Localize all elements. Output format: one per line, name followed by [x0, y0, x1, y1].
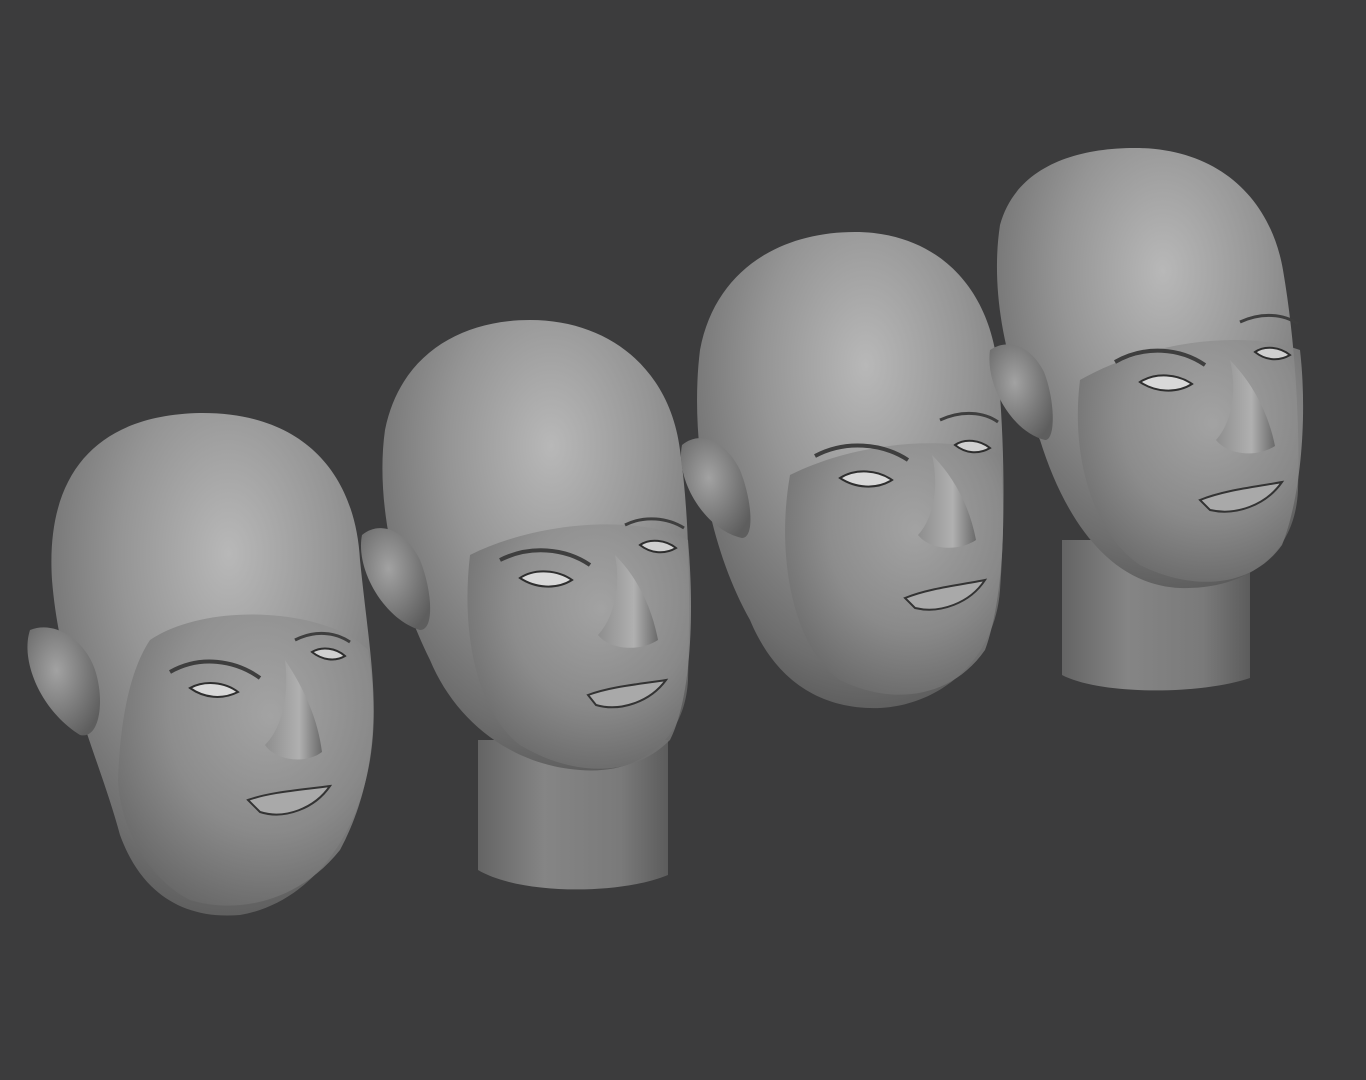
viewport-3d[interactable] [0, 0, 1366, 1080]
sculpt-scene [0, 0, 1366, 1080]
face-plane [785, 443, 1004, 695]
